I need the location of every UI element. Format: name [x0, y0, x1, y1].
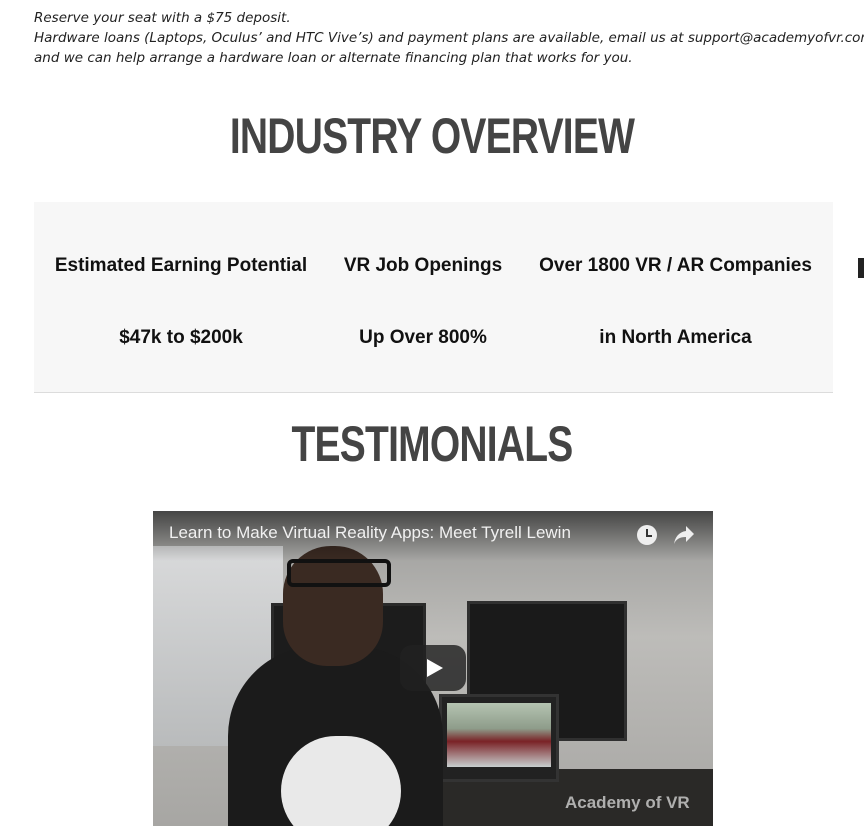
video-watermark: Academy of VR	[565, 793, 690, 812]
stat-value: $47k to $200k	[119, 327, 243, 348]
video-frame-shirt-logo	[281, 736, 401, 826]
clock-icon[interactable]	[637, 525, 657, 545]
video-title-link[interactable]: Learn to Make Virtual Reality Apps: Meet…	[169, 523, 571, 543]
share-icon[interactable]	[672, 524, 696, 546]
stat-label: VR Job Openings	[343, 255, 503, 276]
hardware-loans-text: Hardware loans (Laptops, Oculus’ and HTC…	[34, 30, 864, 46]
stat-label: Estimated Earning Potential	[54, 255, 308, 276]
video-frame-laptop	[439, 694, 559, 782]
video-frame-laptop-screen	[447, 703, 551, 767]
video-frame-glasses	[287, 559, 391, 587]
testimonial-video-player[interactable]: Learn to Make Virtual Reality Apps: Meet…	[153, 511, 713, 826]
clipped-edge-mark	[858, 258, 864, 278]
stat-label: Over 1800 VR / AR Companies	[539, 255, 812, 276]
deposit-text: Reserve your seat with a $75 deposit.	[34, 10, 291, 26]
intro-text: Reserve your seat with a $75 deposit. Ha…	[34, 8, 864, 68]
industry-overview-heading: INDUSTRY OVERVIEW	[229, 108, 635, 164]
play-icon[interactable]	[400, 645, 466, 691]
financing-text: and we can help arrange a hardware loan …	[34, 50, 633, 66]
stat-value: Up Over 800%	[359, 327, 487, 348]
industry-stats-panel: Estimated Earning Potential $47k to $200…	[34, 202, 833, 393]
testimonials-heading: TESTIMONIALS	[291, 416, 574, 472]
stat-value: in North America	[599, 327, 752, 348]
